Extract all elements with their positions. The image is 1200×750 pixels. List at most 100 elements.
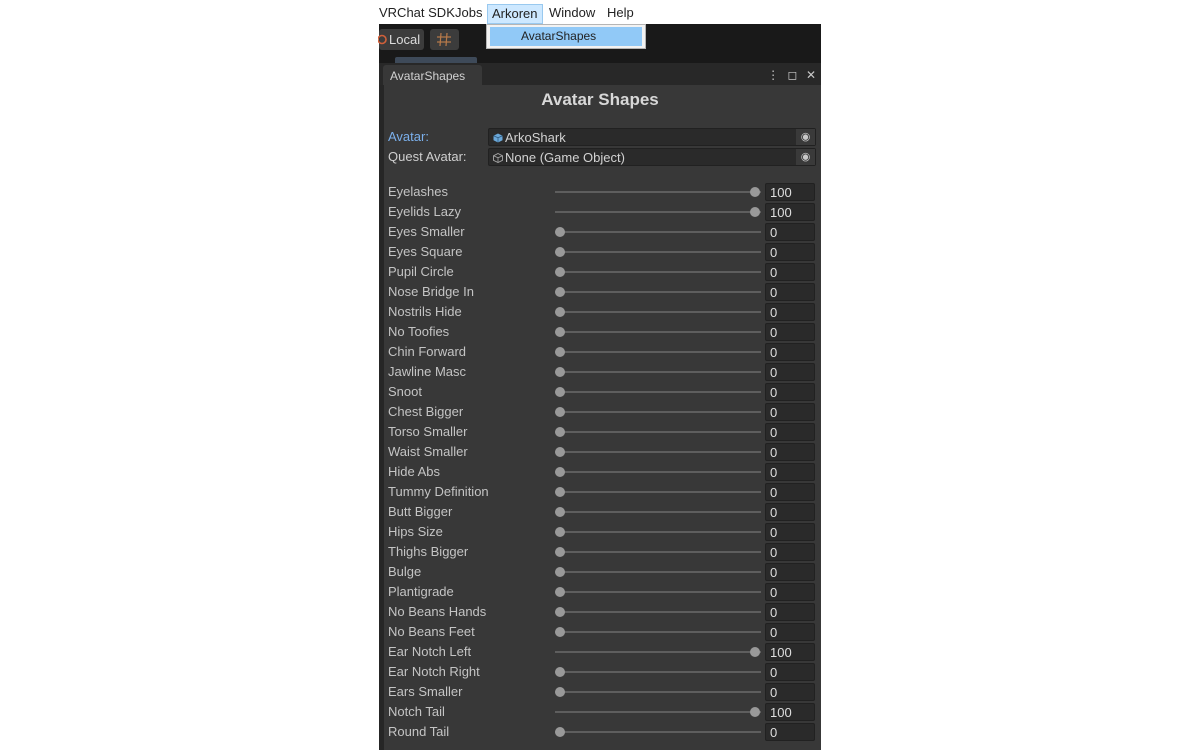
slider-track[interactable]	[555, 671, 761, 673]
slider-track[interactable]	[555, 191, 761, 193]
slider-value-field[interactable]: 0	[765, 723, 815, 741]
menu-arkoren[interactable]: Arkoren	[487, 4, 543, 24]
slider-track[interactable]	[555, 351, 761, 353]
slider-handle[interactable]	[555, 407, 565, 417]
slider-track[interactable]	[555, 691, 761, 693]
object-picker-icon[interactable]: ◉	[796, 129, 815, 145]
slider-value-field[interactable]: 100	[765, 703, 815, 721]
slider-handle[interactable]	[555, 247, 565, 257]
slider-value-field[interactable]: 0	[765, 563, 815, 581]
slider-track[interactable]	[555, 631, 761, 633]
menu-help[interactable]: Help	[603, 3, 638, 23]
slider-handle[interactable]	[555, 467, 565, 477]
slider-value-field[interactable]: 0	[765, 263, 815, 281]
slider-track[interactable]	[555, 651, 761, 653]
slider-value-field[interactable]: 0	[765, 403, 815, 421]
slider-value-field[interactable]: 0	[765, 663, 815, 681]
slider-track[interactable]	[555, 331, 761, 333]
slider-track[interactable]	[555, 531, 761, 533]
slider-track[interactable]	[555, 551, 761, 553]
slider-handle[interactable]	[555, 667, 565, 677]
slider-value-field[interactable]: 0	[765, 503, 815, 521]
slider-track[interactable]	[555, 511, 761, 513]
slider-value-field[interactable]: 0	[765, 223, 815, 241]
slider-handle[interactable]	[555, 567, 565, 577]
slider-track[interactable]	[555, 271, 761, 273]
slider-handle[interactable]	[555, 687, 565, 697]
slider-track[interactable]	[555, 471, 761, 473]
slider-value-field[interactable]: 0	[765, 303, 815, 321]
slider-track[interactable]	[555, 611, 761, 613]
slider-value-field[interactable]: 0	[765, 443, 815, 461]
slider-value-field[interactable]: 0	[765, 423, 815, 441]
slider-track[interactable]	[555, 311, 761, 313]
slider-handle[interactable]	[555, 587, 565, 597]
menu-item-avatarshapes[interactable]: AvatarShapes	[490, 27, 642, 46]
slider-handle[interactable]	[555, 287, 565, 297]
slider-handle[interactable]	[555, 627, 565, 637]
slider-handle[interactable]	[555, 547, 565, 557]
tab-avatarshapes[interactable]: AvatarShapes	[383, 65, 482, 86]
close-icon[interactable]: ✕	[806, 67, 816, 83]
slider-handle[interactable]	[555, 607, 565, 617]
slider-handle[interactable]	[555, 527, 565, 537]
slider-value-field[interactable]: 100	[765, 203, 815, 221]
slider-track[interactable]	[555, 251, 761, 253]
slider-track[interactable]	[555, 591, 761, 593]
slider-handle[interactable]	[555, 387, 565, 397]
grid-button[interactable]	[430, 29, 459, 50]
slider-value-field[interactable]: 0	[765, 383, 815, 401]
slider-track[interactable]	[555, 231, 761, 233]
slider-value-field[interactable]: 0	[765, 543, 815, 561]
slider-value-field[interactable]: 0	[765, 463, 815, 481]
slider-value-field[interactable]: 0	[765, 523, 815, 541]
slider-handle[interactable]	[555, 487, 565, 497]
slider-track[interactable]	[555, 711, 761, 713]
slider-track[interactable]	[555, 451, 761, 453]
slider-value-field[interactable]: 0	[765, 363, 815, 381]
slider-value-field[interactable]: 0	[765, 603, 815, 621]
slider-handle[interactable]	[555, 367, 565, 377]
slider-value-field[interactable]: 100	[765, 183, 815, 201]
slider-handle[interactable]	[555, 267, 565, 277]
slider-handle[interactable]	[555, 307, 565, 317]
menu-window[interactable]: Window	[545, 3, 599, 23]
maximize-icon[interactable]: ◻	[788, 67, 798, 83]
object-picker-icon[interactable]: ◉	[796, 149, 815, 165]
slider-handle[interactable]	[555, 447, 565, 457]
slider-track[interactable]	[555, 391, 761, 393]
slider-value-field[interactable]: 0	[765, 243, 815, 261]
slider-track[interactable]	[555, 491, 761, 493]
menu-jobs[interactable]: Jobs	[451, 3, 486, 23]
slider-handle[interactable]	[555, 427, 565, 437]
slider-value-field[interactable]: 0	[765, 583, 815, 601]
slider-track[interactable]	[555, 431, 761, 433]
slider-track[interactable]	[555, 291, 761, 293]
slider-value-field[interactable]: 0	[765, 283, 815, 301]
avatar-field[interactable]: ArkoShark ◉	[488, 128, 816, 146]
slider-value-field[interactable]: 0	[765, 623, 815, 641]
slider-handle[interactable]	[555, 227, 565, 237]
slider-value-field[interactable]: 0	[765, 483, 815, 501]
slider-handle[interactable]	[750, 207, 760, 217]
slider-handle[interactable]	[750, 187, 760, 197]
slider-handle[interactable]	[555, 347, 565, 357]
menu-vrchat-sdk[interactable]: VRChat SDK	[375, 3, 459, 23]
slider-handle[interactable]	[555, 327, 565, 337]
slider-handle[interactable]	[750, 647, 760, 657]
quest-avatar-field[interactable]: None (Game Object) ◉	[488, 148, 816, 166]
slider-handle[interactable]	[555, 507, 565, 517]
slider-track[interactable]	[555, 411, 761, 413]
slider-handle[interactable]	[750, 707, 760, 717]
slider-track[interactable]	[555, 731, 761, 733]
more-options-icon[interactable]: ⋮	[767, 67, 779, 83]
slider-track[interactable]	[555, 371, 761, 373]
slider-track[interactable]	[555, 571, 761, 573]
slider-value-field[interactable]: 0	[765, 683, 815, 701]
local-button[interactable]: Local	[378, 29, 424, 50]
slider-handle[interactable]	[555, 727, 565, 737]
slider-value-field[interactable]: 0	[765, 323, 815, 341]
slider-track[interactable]	[555, 211, 761, 213]
slider-value-field[interactable]: 100	[765, 643, 815, 661]
slider-value-field[interactable]: 0	[765, 343, 815, 361]
